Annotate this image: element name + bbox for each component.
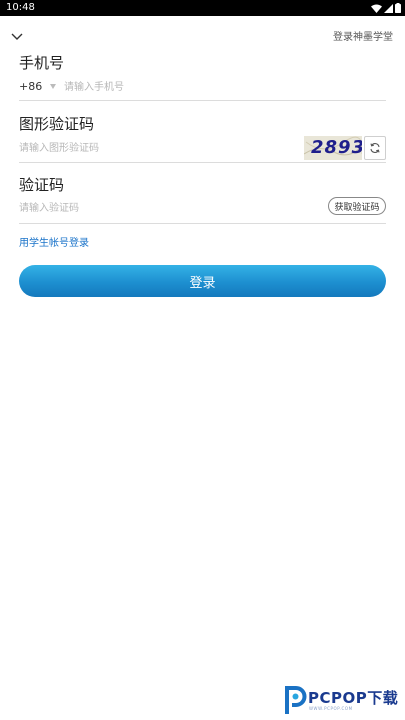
login-button[interactable]: 登录 xyxy=(19,265,386,297)
refresh-icon xyxy=(370,143,380,153)
captcha-image[interactable]: 2893 xyxy=(304,136,362,160)
watermark: PCPOP下载 WWW.PCPOP.COM xyxy=(280,683,405,720)
image-captcha-title: 图形验证码 xyxy=(19,115,95,133)
login-shenmo-link[interactable]: 登录神墨学堂 xyxy=(333,28,393,43)
wifi-icon xyxy=(371,4,382,13)
divider-sms-code xyxy=(19,223,386,224)
caret-down-icon xyxy=(50,84,57,89)
captcha-text: 2893 xyxy=(311,137,362,158)
get-code-button[interactable]: 获取验证码 xyxy=(328,197,386,215)
pcpop-logo-icon xyxy=(285,686,307,714)
watermark-brand: PCPOP下载 xyxy=(308,689,399,707)
phone-title: 手机号 xyxy=(19,54,65,72)
status-bar: 10:48 xyxy=(0,0,405,16)
student-login-link[interactable]: 用学生帐号登录 xyxy=(19,234,89,249)
country-code-selector[interactable]: +86 xyxy=(19,80,57,93)
sms-code-input[interactable] xyxy=(19,200,309,216)
phone-input[interactable] xyxy=(64,79,364,95)
signal-icon xyxy=(384,3,393,13)
battery-icon xyxy=(395,3,401,13)
sms-code-title: 验证码 xyxy=(19,176,65,194)
country-code-value: +86 xyxy=(19,80,43,93)
back-chevron-icon[interactable] xyxy=(10,27,28,41)
divider-phone xyxy=(19,100,386,101)
image-captcha-input[interactable] xyxy=(19,140,289,156)
status-icons xyxy=(371,3,401,13)
divider-image-captcha xyxy=(19,162,386,163)
refresh-captcha-button[interactable] xyxy=(364,136,386,160)
status-time: 10:48 xyxy=(6,2,35,13)
watermark-sub: WWW.PCPOP.COM xyxy=(309,706,353,711)
